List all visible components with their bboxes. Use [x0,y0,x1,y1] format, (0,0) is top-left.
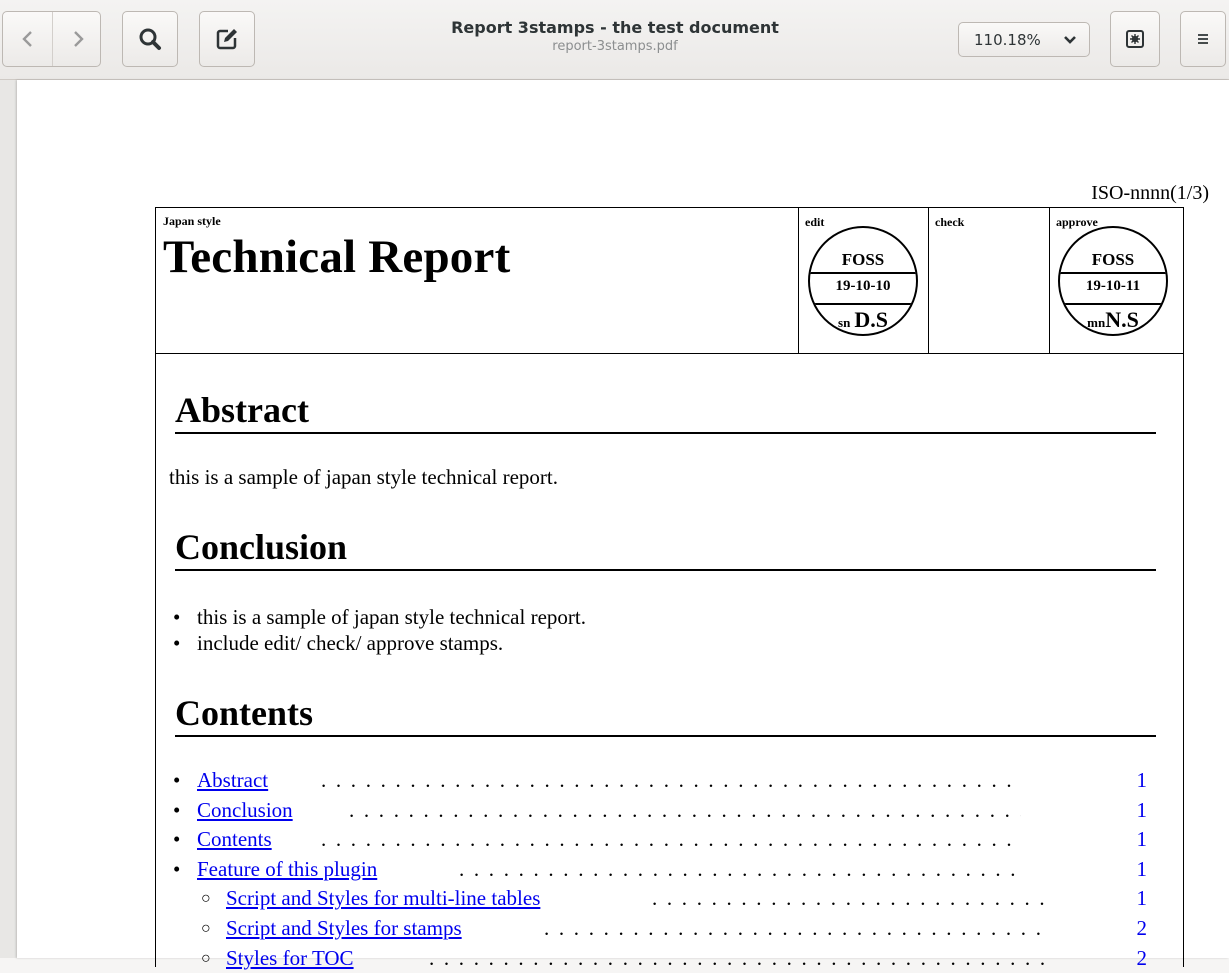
stamp-date: 19-10-10 [835,278,891,294]
toc-page-number[interactable]: 1 [1137,796,1148,825]
navigation-button-group [2,11,101,67]
sidebar-icon [1126,30,1144,48]
toc-page-number[interactable]: 1 [1137,766,1148,795]
header-bar: Report 3stamps - the test document repor… [0,0,1229,80]
stamp-initials-large: N.S [1105,307,1139,332]
toc-entry: • Conclusion . . . . . . . . . . . . . .… [169,796,1147,826]
toc-page-number[interactable]: 1 [1137,884,1148,913]
toc-link[interactable]: Contents [197,825,272,854]
zoom-value: 110.18% [974,30,1041,49]
edit-stamp-cell: edit FOSS 19-10-10 sn D.S [799,208,929,354]
stamp-date: 19-10-11 [1085,278,1141,294]
toc-entry: • Feature of this plugin . . . . . . . .… [169,855,1147,885]
toc-page-number[interactable]: 2 [1137,914,1148,943]
toc-entry: ○ Script and Styles for stamps . . . . .… [169,914,1147,944]
menu-icon [1198,34,1208,44]
search-icon [139,28,161,50]
forward-button[interactable] [53,12,102,66]
pdf-page: ISO-nnnn(1/3) Japan style Technical Repo… [17,80,1229,970]
chevron-down-icon [1064,35,1076,44]
check-stamp-cell: check [929,208,1050,354]
report-title: Technical Report [163,231,511,283]
annotate-button[interactable] [199,11,255,67]
toc-link[interactable]: Script and Styles for multi-line tables [226,884,540,913]
toc-entry: • Contents . . . . . . . . . . . . . . .… [169,825,1147,855]
stamp-initials: mnN.S [1060,307,1166,333]
approve-stamp-cell: approve FOSS 19-10-11 mnN.S [1050,208,1184,354]
stamp-org: FOSS [1091,250,1135,269]
back-button[interactable] [3,12,53,66]
stamp-org: FOSS [841,250,885,269]
toc-link[interactable]: Styles for TOC [226,944,354,973]
stamp-initials-small: mn [1087,315,1106,330]
edit-stamp: FOSS 19-10-10 sn D.S [808,226,918,336]
title-cell: Japan style Technical Report [156,208,799,354]
annotate-icon [216,29,237,50]
toc-link[interactable]: Script and Styles for stamps [226,914,462,943]
report-frame: Japan style Technical Report edit FOSS 1… [155,207,1184,970]
toc-page-number[interactable]: 1 [1137,855,1148,884]
style-label: Japan style [163,214,221,228]
window-title: Report 3stamps - the test document [451,18,779,37]
abstract-text: this is a sample of japan style technica… [169,465,558,489]
toc-entry: ○ Script and Styles for multi-line table… [169,884,1147,914]
document-id: ISO-nnnn(1/3) [1091,182,1209,204]
go-back-icon [21,31,32,47]
toc-link[interactable]: Abstract [197,766,268,795]
conclusion-list: this is a sample of japan style technica… [169,604,586,656]
window-title-block: Report 3stamps - the test document repor… [330,17,900,55]
stamp-initials-small: sn [838,315,851,330]
toc-link[interactable]: Conclusion [197,796,293,825]
menu-button[interactable] [1180,11,1226,67]
search-button[interactable] [122,11,178,67]
approve-stamp: FOSS 19-10-11 mnN.S [1058,226,1168,336]
zoom-select[interactable]: 110.18% [958,22,1090,57]
list-item: include edit/ check/ approve stamps. [169,630,586,656]
toc-entry: ○ Styles for TOC . . . . . . . . . . . .… [169,944,1147,973]
check-label: check [935,215,965,229]
table-of-contents: • Abstract . . . . . . . . . . . . . . .… [169,766,1147,973]
contents-heading: Contents [175,692,1156,737]
toc-page-number[interactable]: 2 [1137,944,1148,973]
abstract-heading: Abstract [175,389,1156,434]
toc-page-number[interactable]: 1 [1137,825,1148,854]
toc-link[interactable]: Feature of this plugin [197,855,377,884]
go-forward-icon [73,31,84,47]
window-subtitle: report-3stamps.pdf [552,39,678,54]
toc-entry: • Abstract . . . . . . . . . . . . . . .… [169,766,1147,796]
conclusion-heading: Conclusion [175,526,1156,571]
list-item: this is a sample of japan style technica… [169,604,586,630]
sidebar-toggle-button[interactable] [1110,11,1160,67]
approve-label: approve [1056,215,1098,229]
edit-label: edit [805,215,825,229]
stamp-initials: sn D.S [810,307,916,333]
stamp-initials-large: D.S [854,307,888,332]
